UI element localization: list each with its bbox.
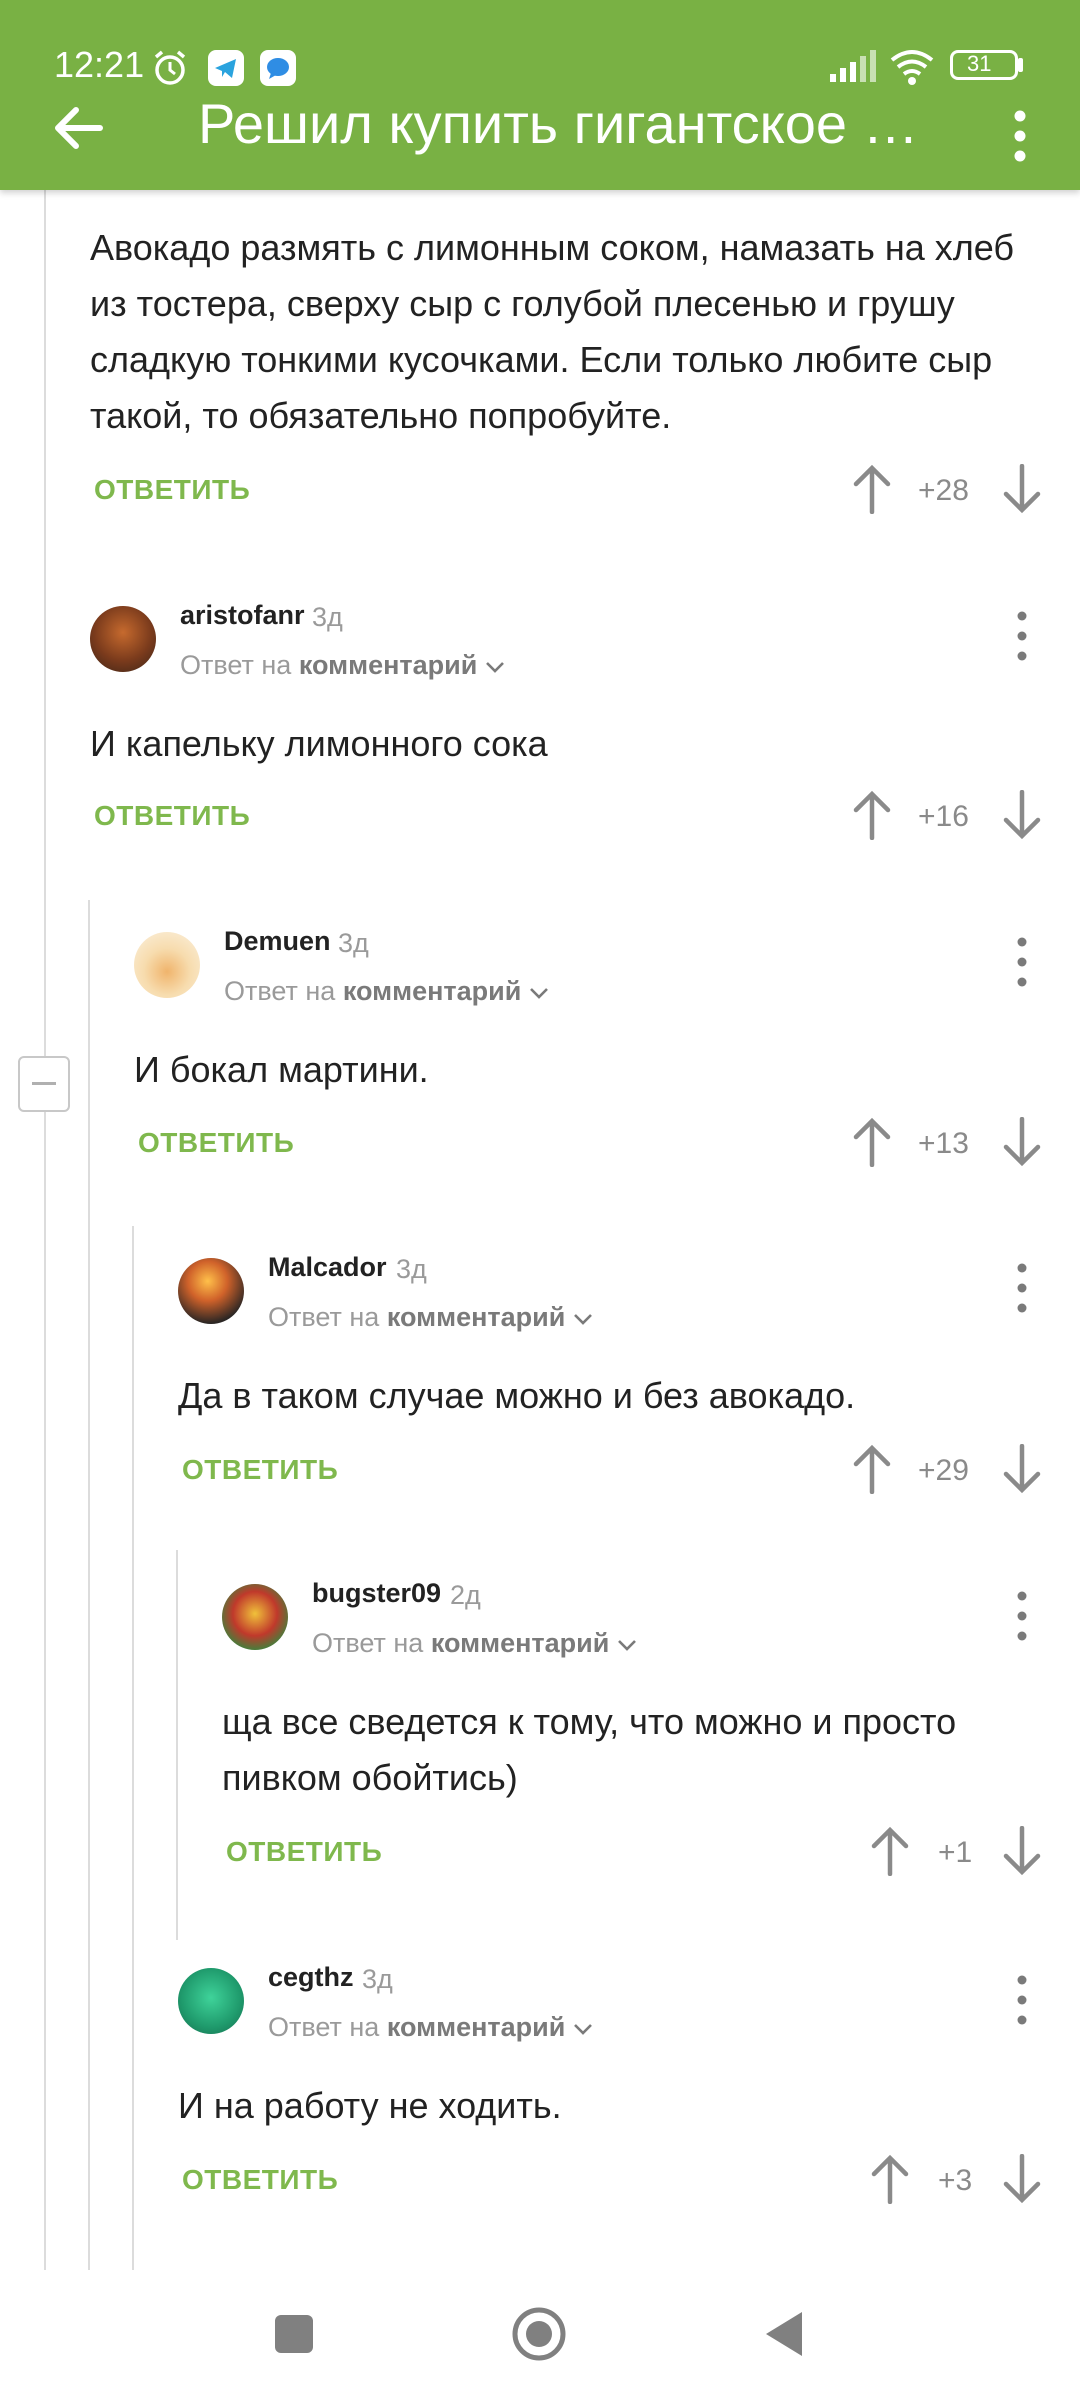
comment-text: Да в таком случае можно и без авокадо. <box>178 1375 856 1416</box>
avatar[interactable] <box>90 606 156 672</box>
upvote-icon[interactable] <box>852 464 892 514</box>
app-bar: 12:21 31 Решил купить гигантское а... <box>0 0 1080 190</box>
comment-author[interactable]: cegthz <box>268 1962 354 1993</box>
comment-more-icon[interactable] <box>1012 1588 1032 1644</box>
thread-line <box>44 190 46 2270</box>
avatar[interactable] <box>178 1968 244 2034</box>
upvote-icon[interactable] <box>852 1117 892 1167</box>
signal-icon <box>830 50 876 82</box>
comment-text: И капельку лимонного сока <box>90 723 548 764</box>
chevron-down-icon[interactable] <box>573 2022 593 2036</box>
avatar[interactable] <box>134 932 200 998</box>
thread-line <box>176 1550 178 1940</box>
reply-button[interactable]: ОТВЕТИТЬ <box>94 474 250 506</box>
battery-tip <box>1018 58 1023 72</box>
battery-level: 31 <box>967 51 992 76</box>
chevron-down-icon[interactable] <box>529 986 549 1000</box>
upvote-icon[interactable] <box>870 1826 910 1876</box>
downvote-icon[interactable] <box>1002 1444 1042 1494</box>
reply-button[interactable]: ОТВЕТИТЬ <box>138 1127 294 1159</box>
chevron-down-icon[interactable] <box>573 1312 593 1326</box>
reply-to[interactable]: Ответ на комментарий <box>180 650 505 681</box>
reply-button[interactable]: ОТВЕТИТЬ <box>182 2164 338 2196</box>
score: +29 <box>918 1454 969 1487</box>
alarm-icon <box>154 50 186 85</box>
reply-to-prefix: Ответ на <box>180 650 292 680</box>
nav-home-icon[interactable] <box>511 2306 567 2362</box>
reply-to[interactable]: Ответ на комментарий <box>312 1628 637 1659</box>
reply-to-prefix: Ответ на <box>312 1628 424 1658</box>
reply-to-prefix: Ответ на <box>268 2012 380 2042</box>
score: +3 <box>938 2164 973 2197</box>
collapse-icon[interactable] <box>18 1056 70 1112</box>
reply-to-link[interactable]: комментарий <box>343 976 522 1006</box>
status-time: 12:21 <box>54 44 145 85</box>
reply-button[interactable]: ОТВЕТИТЬ <box>94 800 250 832</box>
comment-author[interactable]: bugster09 <box>312 1578 441 1609</box>
nav-back-icon[interactable] <box>764 2310 804 2358</box>
thread-line <box>132 1226 134 2270</box>
thread-line <box>88 900 90 2270</box>
chevron-down-icon[interactable] <box>617 1638 637 1652</box>
reply-button[interactable]: ОТВЕТИТЬ <box>182 1454 338 1486</box>
comment-text: И бокал мартини. <box>134 1049 429 1090</box>
reply-to[interactable]: Ответ на комментарий <box>224 976 549 1007</box>
downvote-icon[interactable] <box>1002 2154 1042 2204</box>
comment-more-icon[interactable] <box>1012 608 1032 664</box>
reply-to-link[interactable]: комментарий <box>431 1628 610 1658</box>
comment-text: ща все сведется к тому, что можно и прос… <box>222 1701 957 1798</box>
comment-author[interactable]: Demuen <box>224 926 331 957</box>
comment-more-icon[interactable] <box>1012 934 1032 990</box>
comment-more-icon[interactable] <box>1012 1972 1032 2028</box>
comment-text: И на работу не ходить. <box>178 2085 562 2126</box>
reply-to[interactable]: Ответ на комментарий <box>268 1302 593 1333</box>
battery-icon: 31 <box>950 50 1018 80</box>
reply-to[interactable]: Ответ на комментарий <box>268 2012 593 2043</box>
comment-text: Авокадо размять с лимонным соком, намаза… <box>90 227 1015 436</box>
avatar[interactable] <box>178 1258 244 1324</box>
reply-button[interactable]: ОТВЕТИТЬ <box>226 1836 382 1868</box>
comment-age: 3д <box>312 602 343 632</box>
upvote-icon[interactable] <box>852 1444 892 1494</box>
comment-author[interactable]: aristofanr <box>180 600 305 631</box>
upvote-icon[interactable] <box>870 2154 910 2204</box>
downvote-icon[interactable] <box>1002 464 1042 514</box>
comment-author[interactable]: Malcador <box>268 1252 387 1283</box>
nav-square-icon[interactable] <box>274 2314 314 2354</box>
more-vert-icon[interactable] <box>1008 106 1032 166</box>
downvote-icon[interactable] <box>1002 790 1042 840</box>
comment-age: 3д <box>396 1254 427 1284</box>
reply-to-link[interactable]: комментарий <box>299 650 478 680</box>
reply-to-link[interactable]: комментарий <box>387 2012 566 2042</box>
avatar[interactable] <box>222 1584 288 1650</box>
score: +13 <box>918 1127 969 1160</box>
reply-to-prefix: Ответ на <box>268 1302 380 1332</box>
reply-to-link[interactable]: комментарий <box>387 1302 566 1332</box>
comment-age: 2д <box>450 1580 481 1610</box>
score: +1 <box>938 1836 973 1869</box>
wifi-icon <box>890 50 934 85</box>
downvote-icon[interactable] <box>1002 1826 1042 1876</box>
comment-age: 3д <box>338 928 369 958</box>
downvote-icon[interactable] <box>1002 1117 1042 1167</box>
messenger-icon <box>260 50 296 86</box>
comment-more-icon[interactable] <box>1012 1260 1032 1316</box>
reply-to-prefix: Ответ на <box>224 976 336 1006</box>
back-arrow-icon[interactable] <box>50 98 110 158</box>
score: +16 <box>918 800 969 833</box>
upvote-icon[interactable] <box>852 790 892 840</box>
chevron-down-icon[interactable] <box>485 660 505 674</box>
system-nav-bar <box>0 2270 1080 2400</box>
comment-age: 3д <box>362 1964 393 1994</box>
page-title: Решил купить гигантское а... <box>198 92 938 155</box>
score: +28 <box>918 474 969 507</box>
toolbar: Решил купить гигантское а... <box>0 90 1080 190</box>
telegram-icon <box>208 50 244 86</box>
status-bar: 12:21 31 <box>0 40 1080 90</box>
